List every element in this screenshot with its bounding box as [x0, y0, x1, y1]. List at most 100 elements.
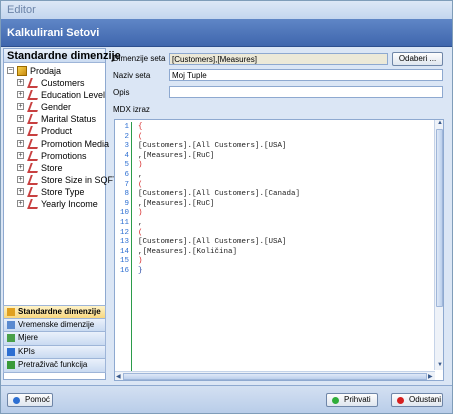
code-line[interactable]: )	[138, 209, 428, 219]
code-line[interactable]: {	[138, 123, 428, 133]
code-line[interactable]: ,	[138, 171, 428, 181]
cancel-button[interactable]: Odustani	[391, 393, 443, 407]
nav-item-label: Standardne dimenzije	[18, 307, 101, 316]
expand-icon[interactable]: +	[17, 115, 24, 123]
dimension-icon	[27, 90, 41, 101]
code-line[interactable]: (	[138, 181, 428, 191]
code-line[interactable]: )	[138, 257, 428, 267]
nav-item[interactable]: Vremenske dimenzije	[3, 318, 106, 332]
accept-icon	[332, 397, 339, 404]
function-icon	[7, 361, 15, 369]
tree-item[interactable]: + Store Type	[4, 186, 105, 198]
dimension-icon	[27, 162, 41, 173]
expand-icon[interactable]: +	[17, 103, 24, 111]
code-line[interactable]: [Customers].[All Customers].[USA]	[138, 142, 428, 152]
tree-item-label: Store Size in SQFT	[41, 174, 119, 185]
expand-icon[interactable]: +	[17, 127, 24, 135]
code-line[interactable]: ,[Measures].[RuC]	[138, 200, 428, 210]
line-number: 8	[124, 190, 129, 199]
nav-item[interactable]: Standardne dimenzije	[3, 305, 106, 319]
dimension-icon	[27, 174, 41, 185]
tree-item[interactable]: + Education Level	[4, 89, 105, 101]
code-line[interactable]: )	[138, 161, 428, 171]
tree-item[interactable]: + Promotion Media	[4, 138, 109, 150]
tree-item-label: Store	[41, 162, 63, 173]
nav-item[interactable]: KPIs	[3, 345, 106, 359]
expand-icon[interactable]: +	[17, 187, 24, 195]
line-number: 1	[124, 123, 129, 131]
description-input[interactable]	[169, 86, 443, 98]
horizontal-scrollbar[interactable]: ◀ ▶	[115, 371, 435, 380]
tree-item[interactable]: + Yearly Income	[4, 198, 105, 210]
tree-item[interactable]: + Customers	[4, 77, 105, 89]
expand-icon[interactable]: +	[17, 163, 24, 171]
mdx-editor[interactable]: 1 2 3 4 5 6 7 8 9 10 11 12 13 14 15 16 {([Customers].[A…	[114, 119, 444, 381]
cancel-button-label: Odustani	[409, 395, 442, 404]
measure-icon	[7, 334, 15, 342]
vertical-scroll-thumb[interactable]	[436, 129, 443, 307]
tree-item[interactable]: + Product	[4, 125, 105, 137]
collapse-icon[interactable]: −	[7, 67, 14, 74]
dimension-icon	[27, 102, 41, 113]
tree-item[interactable]: + Store	[4, 162, 105, 174]
choose-button[interactable]: Odaberi ...	[392, 52, 443, 66]
nav-item[interactable]: Pretraživač funkcija	[3, 359, 106, 373]
code-line[interactable]: ,	[138, 219, 428, 229]
line-number: 4	[124, 151, 129, 160]
kpi-icon	[7, 347, 15, 356]
code-line[interactable]: [Customers].[All Customers].[Canada]	[138, 190, 428, 200]
code-area[interactable]: {([Customers].[All Customers].[USA] ,[Mea…	[138, 123, 428, 277]
line-number: 13	[119, 238, 129, 247]
help-icon	[13, 397, 20, 404]
tree-root[interactable]: − Prodaja	[4, 65, 105, 77]
tree-item[interactable]: + Store Size in SQFT	[4, 174, 119, 186]
expand-icon[interactable]: +	[17, 91, 24, 99]
dimension-icon	[27, 138, 41, 149]
mdx-label: MDX izraz	[113, 105, 150, 114]
horizontal-scroll-thumb[interactable]	[123, 373, 427, 380]
calendar-icon	[7, 320, 15, 329]
vertical-scrollbar[interactable]: ▲ ▼	[434, 120, 443, 370]
tree-item-label: Education Level	[41, 90, 106, 101]
code-line[interactable]: ,[Measures].[Količina]	[138, 248, 428, 258]
expand-icon[interactable]: +	[17, 200, 24, 208]
nav-item[interactable]: Mjere	[3, 332, 106, 346]
code-line[interactable]: [Customers].[All Customers].[USA]	[138, 238, 428, 248]
line-number: 12	[119, 228, 129, 237]
expand-icon[interactable]: +	[17, 151, 24, 159]
scroll-right-icon[interactable]: ▶	[428, 373, 433, 380]
window-title: Editor	[1, 1, 452, 19]
code-line[interactable]: }	[138, 267, 428, 277]
tree-item-label: Marital Status	[41, 114, 97, 125]
accept-button[interactable]: Prihvati	[326, 393, 378, 407]
scroll-left-icon[interactable]: ◀	[116, 373, 121, 380]
code-line[interactable]: (	[138, 133, 428, 143]
tree-item[interactable]: + Promotions	[4, 150, 105, 162]
dimension-tree: − Prodaja + Customers + Education Level + Gen…	[4, 63, 119, 210]
tree-item[interactable]: + Marital Status	[4, 113, 105, 125]
name-input[interactable]: Moj Tuple	[169, 69, 443, 81]
line-number: 3	[124, 142, 129, 151]
scroll-down-icon[interactable]: ▼	[437, 362, 443, 368]
scroll-up-icon[interactable]: ▲	[437, 120, 443, 126]
code-line[interactable]: ,[Measures].[RuC]	[138, 152, 428, 162]
tree-item[interactable]: + Gender	[4, 101, 105, 113]
help-button[interactable]: Pomoć	[7, 393, 53, 407]
dimension-panel-header: Standardne dimenzije	[4, 49, 121, 63]
tree-item-label: Promotion Media	[41, 138, 110, 149]
navigation-bar: Standardne dimenzije Vremenske dimenzije M…	[3, 305, 106, 373]
line-number-gutter: 1 2 3 4 5 6 7 8 9 10 11 12 13 14 15 16	[117, 123, 129, 277]
accept-button-label: Prihvati	[344, 395, 371, 404]
gutter-divider	[131, 122, 132, 372]
line-number: 14	[119, 247, 129, 256]
expand-icon[interactable]: +	[17, 79, 24, 87]
expand-icon[interactable]: +	[17, 139, 24, 147]
line-number: 9	[124, 199, 129, 208]
dim-set-label: Dimenzije seta	[113, 54, 166, 63]
nav-item-label: Mjere	[18, 333, 39, 342]
expand-icon[interactable]: +	[17, 175, 24, 183]
description-label: Opis	[113, 88, 130, 97]
code-line[interactable]: (	[138, 229, 428, 239]
dim-set-field: [Customers],[Measures]	[169, 53, 388, 65]
line-number: 11	[119, 218, 129, 227]
